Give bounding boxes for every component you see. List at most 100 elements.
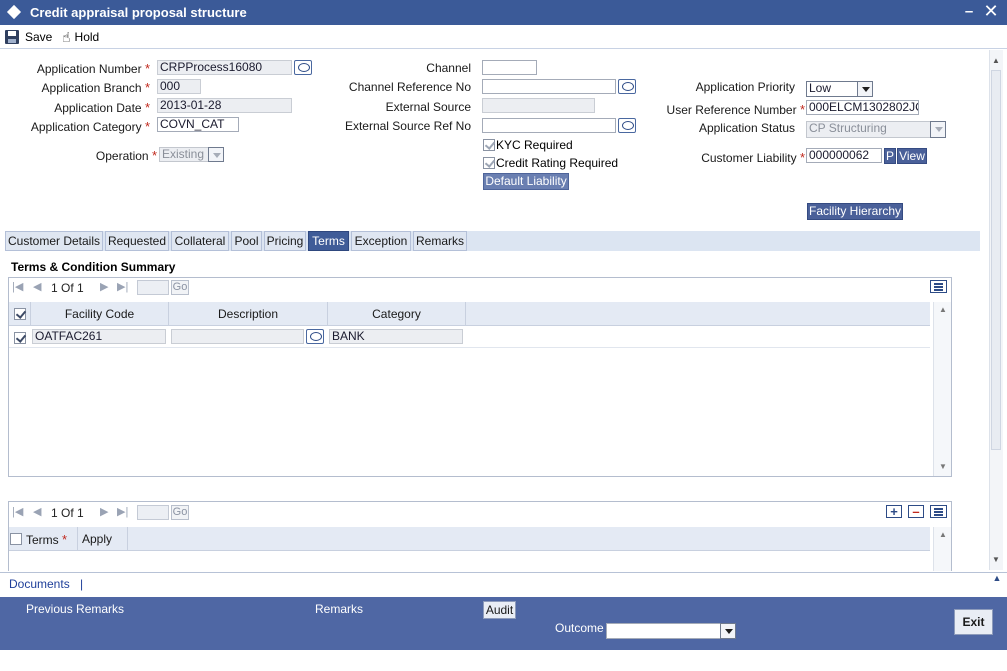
application-category-label: Application Category * bbox=[30, 119, 150, 134]
column-header-terms: Terms * bbox=[26, 532, 68, 547]
exit-button[interactable]: Exit bbox=[954, 609, 993, 635]
terms-summary-title: Terms & Condition Summary bbox=[11, 260, 176, 274]
select-all-checkbox[interactable] bbox=[14, 308, 26, 320]
p-button[interactable]: P bbox=[884, 148, 896, 164]
external-source-ref-lov-icon[interactable] bbox=[618, 118, 636, 133]
tab-customer-details[interactable]: Customer Details bbox=[5, 231, 103, 251]
terms-grid-scrollbar[interactable]: ▲ ▼ bbox=[933, 302, 951, 476]
page-indicator: 1 Of 1 bbox=[51, 506, 84, 520]
tab-requested[interactable]: Requested bbox=[105, 231, 169, 251]
channel-reference-no-label: Channel Reference No bbox=[348, 80, 471, 94]
save-icon bbox=[5, 30, 19, 44]
scroll-up-icon[interactable]: ▲ bbox=[939, 305, 947, 314]
title-bar: Credit appraisal proposal structure – ✕ bbox=[0, 0, 1007, 25]
page-number-input[interactable] bbox=[137, 505, 169, 520]
application-category-field[interactable]: COVN_CAT bbox=[157, 117, 239, 132]
outcome-chevron-down-icon[interactable] bbox=[720, 623, 736, 639]
scroll-down-icon[interactable]: ▼ bbox=[939, 462, 947, 471]
application-number-label: Application Number * bbox=[36, 61, 150, 76]
documents-link[interactable]: Documents bbox=[9, 577, 70, 591]
hold-label: Hold bbox=[74, 30, 100, 44]
next-page-icon[interactable]: ▶ bbox=[100, 280, 108, 293]
credit-rating-required-checkbox[interactable] bbox=[483, 157, 495, 169]
kyc-required-checkbox[interactable] bbox=[483, 139, 495, 151]
description-cell[interactable] bbox=[171, 329, 304, 344]
channel-field[interactable] bbox=[482, 60, 537, 75]
row-checkbox[interactable] bbox=[14, 332, 26, 344]
external-source-field[interactable] bbox=[482, 98, 595, 113]
outcome-select[interactable] bbox=[606, 623, 721, 639]
kyc-required-label: KYC Required bbox=[496, 138, 573, 152]
apply-grid-scrollbar[interactable]: ▲ bbox=[933, 527, 951, 571]
outcome-label: Outcome bbox=[555, 621, 604, 635]
select-all-checkbox[interactable] bbox=[10, 533, 22, 545]
tab-terms[interactable]: Terms bbox=[308, 231, 349, 251]
view-button[interactable]: View bbox=[897, 148, 927, 164]
form-scroll-thumb[interactable] bbox=[991, 70, 1001, 450]
hold-button[interactable]: ☝ Hold bbox=[62, 29, 99, 45]
default-liability-button[interactable]: Default Liability bbox=[483, 173, 569, 190]
tab-pool[interactable]: Pool bbox=[231, 231, 262, 251]
tab-pricing[interactable]: Pricing bbox=[264, 231, 306, 251]
footer-bar: Previous Remarks Remarks Audit Outcome E… bbox=[0, 597, 1007, 650]
list-view-icon[interactable] bbox=[930, 280, 947, 293]
application-branch-field[interactable]: 000 bbox=[157, 79, 201, 94]
application-date-field[interactable]: 2013-01-28 bbox=[157, 98, 292, 113]
previous-remarks-link[interactable]: Previous Remarks bbox=[26, 602, 124, 616]
operation-select[interactable]: Existing bbox=[159, 147, 209, 162]
column-separator bbox=[465, 302, 466, 326]
application-status-select[interactable]: CP Structuring bbox=[806, 121, 931, 138]
save-label: Save bbox=[25, 30, 53, 44]
hand-icon: ☝ bbox=[62, 29, 71, 45]
go-button[interactable]: Go bbox=[171, 505, 189, 520]
add-row-icon[interactable]: + bbox=[886, 505, 902, 518]
tab-remarks[interactable]: Remarks bbox=[413, 231, 467, 251]
table-row[interactable]: OATFAC261 BANK bbox=[9, 326, 930, 348]
category-cell[interactable]: BANK bbox=[329, 329, 463, 344]
application-number-field[interactable]: CRPProcess16080 bbox=[157, 60, 292, 75]
page-number-input[interactable] bbox=[137, 280, 169, 295]
window-title: Credit appraisal proposal structure bbox=[30, 5, 247, 20]
minimize-icon[interactable]: – bbox=[962, 4, 976, 20]
remarks-link[interactable]: Remarks bbox=[315, 602, 363, 616]
external-source-ref-no-field[interactable] bbox=[482, 118, 616, 133]
facility-hierarchy-button[interactable]: Facility Hierarchy bbox=[807, 203, 903, 220]
column-header-category: Category bbox=[372, 307, 421, 321]
close-icon[interactable]: ✕ bbox=[983, 2, 999, 20]
channel-reference-lov-icon[interactable] bbox=[618, 79, 636, 94]
application-priority-select[interactable]: Low bbox=[806, 81, 858, 97]
delete-row-icon[interactable]: – bbox=[908, 505, 924, 518]
application-number-lov-icon[interactable] bbox=[294, 60, 312, 75]
documents-bar: Documents | ▲ bbox=[0, 572, 1007, 596]
status-chevron-down-icon[interactable] bbox=[930, 121, 946, 138]
list-view-icon[interactable] bbox=[930, 505, 947, 518]
facility-code-cell[interactable]: OATFAC261 bbox=[32, 329, 166, 344]
priority-chevron-down-icon[interactable] bbox=[857, 81, 873, 97]
last-page-icon[interactable]: ▶| bbox=[117, 505, 128, 518]
column-header-description: Description bbox=[217, 307, 279, 321]
toolbar: Save ☝ Hold bbox=[0, 25, 1007, 49]
tab-exception[interactable]: Exception bbox=[351, 231, 411, 251]
audit-button[interactable]: Audit bbox=[483, 601, 516, 619]
save-button[interactable]: Save bbox=[5, 29, 52, 45]
operation-chevron-down-icon[interactable] bbox=[208, 147, 224, 162]
scroll-up-icon[interactable]: ▲ bbox=[939, 530, 947, 539]
previous-page-icon[interactable]: ◀ bbox=[33, 505, 41, 518]
channel-reference-no-field[interactable] bbox=[482, 79, 616, 94]
tab-collateral[interactable]: Collateral bbox=[171, 231, 229, 251]
first-page-icon[interactable]: |◀ bbox=[12, 505, 23, 518]
form-scrollbar[interactable]: ▲ ▼ bbox=[989, 50, 1003, 570]
application-priority-label: Application Priority bbox=[695, 80, 795, 94]
scroll-down-icon[interactable]: ▼ bbox=[992, 555, 1000, 564]
previous-page-icon[interactable]: ◀ bbox=[33, 280, 41, 293]
scroll-up-icon[interactable]: ▲ bbox=[992, 56, 1000, 65]
description-lov-icon[interactable] bbox=[306, 329, 324, 344]
go-button[interactable]: Go bbox=[171, 280, 189, 295]
user-reference-number-field[interactable]: 000ELCM1302802JC bbox=[806, 100, 919, 115]
customer-liability-label: Customer Liability * bbox=[701, 150, 805, 165]
first-page-icon[interactable]: |◀ bbox=[12, 280, 23, 293]
customer-liability-field[interactable]: 000000062 bbox=[806, 148, 882, 163]
last-page-icon[interactable]: ▶| bbox=[117, 280, 128, 293]
expand-up-icon[interactable]: ▲ bbox=[990, 573, 1004, 585]
next-page-icon[interactable]: ▶ bbox=[100, 505, 108, 518]
